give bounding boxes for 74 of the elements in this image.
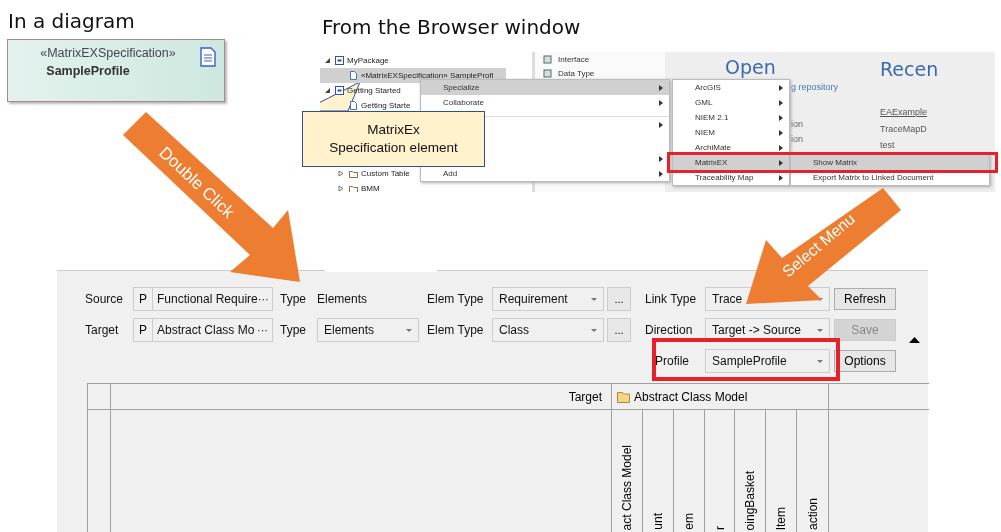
element-stereotype: «MatrixEXSpecification» bbox=[40, 46, 176, 60]
field-label: Source bbox=[85, 292, 125, 306]
column-header: r bbox=[712, 526, 727, 530]
expand-toggle[interactable] bbox=[338, 170, 346, 177]
package-icon bbox=[335, 56, 344, 65]
elem-type-dropdown[interactable]: Requirement bbox=[492, 287, 604, 311]
tree-item[interactable]: Getting Starte bbox=[361, 101, 411, 110]
profile-dropdown[interactable]: SampleProfile bbox=[705, 349, 830, 373]
toolbox-item[interactable]: Data Type bbox=[558, 68, 595, 78]
panel-button[interactable]: Options bbox=[834, 350, 896, 372]
column-header: act Class Model bbox=[619, 444, 634, 530]
type-value: Elements bbox=[317, 292, 369, 306]
menu-item[interactable]: Add bbox=[421, 166, 669, 181]
section-heading: From the Browser window bbox=[322, 15, 581, 39]
expand-toggle[interactable] bbox=[338, 185, 346, 192]
browse-button[interactable]: ... bbox=[607, 318, 631, 342]
expand-toggle[interactable] bbox=[324, 87, 332, 94]
tree-item[interactable]: BMM bbox=[361, 184, 380, 192]
column-header: Item bbox=[774, 506, 789, 530]
recent-heading: Recen bbox=[880, 58, 939, 80]
open-option[interactable]: ion bbox=[791, 134, 803, 144]
field-label: Type bbox=[280, 292, 307, 306]
expand-toggle[interactable] bbox=[324, 57, 332, 64]
menu-item[interactable]: NIEM bbox=[673, 125, 789, 140]
recent-item[interactable]: TraceMapD bbox=[880, 124, 927, 134]
package-header: Abstract Class Model bbox=[634, 389, 748, 404]
column-header: unt bbox=[650, 513, 665, 530]
package-button[interactable]: P bbox=[133, 287, 153, 311]
section-heading: In a diagram bbox=[8, 9, 135, 33]
toolbox-item[interactable]: Interface bbox=[558, 54, 590, 64]
tree-item[interactable]: Custom Table bbox=[361, 169, 410, 178]
field-label: Elem Type bbox=[427, 292, 485, 306]
field-label: Elem Type bbox=[427, 323, 485, 337]
axis-label: Target bbox=[568, 389, 602, 404]
column-header: em bbox=[681, 513, 696, 530]
menu-item[interactable]: ArchiMate bbox=[673, 140, 789, 155]
collapse-icon[interactable] bbox=[909, 337, 920, 343]
browse-button[interactable]: ... bbox=[607, 287, 631, 311]
menu-item[interactable]: Specialize bbox=[421, 80, 669, 95]
menu-item[interactable]: MatrixEX bbox=[673, 155, 789, 170]
panel-button[interactable]: Refresh bbox=[834, 288, 896, 310]
package-button[interactable]: P bbox=[133, 318, 153, 342]
menu-item[interactable]: GML bbox=[673, 95, 789, 110]
package-icon bbox=[335, 86, 344, 95]
recent-link[interactable]: EAExample bbox=[880, 107, 928, 117]
document-icon bbox=[200, 47, 216, 67]
column-header: action bbox=[805, 497, 820, 530]
field-label: Profile bbox=[655, 354, 690, 368]
open-heading: Open bbox=[725, 56, 776, 78]
menu-item[interactable]: Collaborate bbox=[421, 95, 669, 110]
field-label: Target bbox=[85, 323, 120, 337]
open-option[interactable]: ion bbox=[791, 119, 803, 129]
menu-item[interactable]: Export Matrix to Linked Document bbox=[791, 170, 989, 185]
callout-text: Specification element bbox=[329, 139, 458, 157]
tree-item[interactable]: Getting Started bbox=[347, 86, 401, 95]
package-field[interactable]: Abstract Class Mo ··· bbox=[153, 318, 273, 342]
callout-text: MatrixEx bbox=[367, 121, 420, 139]
menu-item[interactable]: NIEM 2.1 bbox=[673, 110, 789, 125]
field-label: Link Type bbox=[645, 292, 698, 306]
diagram-element[interactable]: «MatrixEXSpecification» SampleProfile bbox=[7, 39, 225, 102]
tree-item[interactable]: MyPackage bbox=[347, 56, 389, 65]
type-dropdown[interactable]: Elements bbox=[317, 318, 419, 342]
column-header: oingBasket bbox=[743, 470, 758, 530]
recent-item[interactable]: test bbox=[880, 140, 895, 150]
element-name: SampleProfile bbox=[46, 64, 130, 78]
menu-item[interactable]: Traceability Map bbox=[673, 170, 789, 185]
field-label: Direction bbox=[645, 323, 694, 337]
menu-item[interactable]: ArcGIS bbox=[673, 80, 789, 95]
package-field[interactable]: Functional Require··· bbox=[153, 287, 273, 311]
elem-type-dropdown[interactable]: Class bbox=[492, 318, 604, 342]
field-label: Type bbox=[280, 323, 307, 337]
open-option[interactable]: g repository bbox=[791, 82, 839, 92]
folder-icon bbox=[617, 390, 631, 403]
menu-item[interactable]: Show Matrix bbox=[791, 155, 989, 170]
